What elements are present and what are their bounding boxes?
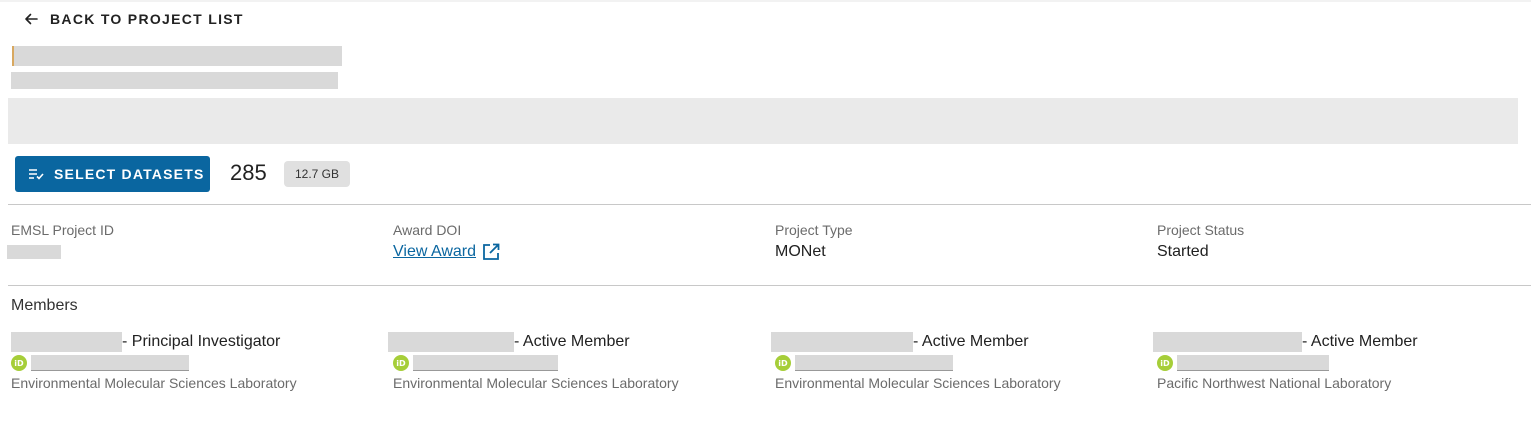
orcid-id-redacted[interactable] (413, 355, 558, 371)
member-name-redacted (11, 332, 122, 352)
open-in-new-icon (483, 243, 500, 260)
orcid-icon: iD (775, 355, 791, 371)
member-role: - Principal Investigator (122, 333, 281, 350)
members-title: Members (11, 297, 78, 314)
project-title-redacted (12, 46, 342, 66)
emsl-project-id-value-redacted (7, 245, 61, 259)
member-organization: Environmental Molecular Sciences Laborat… (393, 375, 679, 391)
total-size-chip: 12.7 GB (284, 161, 350, 187)
orcid-icon: iD (393, 355, 409, 371)
award-doi-label: Award DOI (393, 222, 462, 238)
orcid-row[interactable]: iD (393, 355, 768, 371)
project-subtitle-redacted (11, 72, 338, 89)
orcid-id-redacted[interactable] (31, 355, 189, 371)
orcid-id-redacted[interactable] (1177, 355, 1329, 371)
divider-members (8, 285, 1531, 286)
select-datasets-label: SELECT DATASETS (54, 166, 205, 182)
member-name-redacted (388, 332, 514, 352)
member-card: - Principal Investigator iD Environmenta… (11, 332, 391, 391)
back-link-label: BACK TO PROJECT LIST (50, 11, 244, 27)
orcid-row[interactable]: iD (11, 355, 391, 371)
member-role: - Active Member (514, 333, 630, 350)
orcid-icon: iD (11, 355, 27, 371)
member-card: - Active Member iD Environmental Molecul… (771, 332, 1151, 391)
member-card: - Active Member iD Environmental Molecul… (388, 332, 768, 391)
project-type-value: MONet (775, 243, 826, 260)
member-name-row: - Active Member (771, 332, 1151, 352)
emsl-project-id-field: EMSL Project ID (7, 222, 114, 259)
divider-top (8, 204, 1531, 205)
emsl-project-id-label: EMSL Project ID (11, 222, 114, 238)
member-name-row: - Principal Investigator (11, 332, 391, 352)
member-card: - Active Member iD Pacific Northwest Nat… (1153, 332, 1531, 391)
member-organization: Environmental Molecular Sciences Laborat… (11, 375, 297, 391)
dataset-count: 285 (230, 160, 267, 185)
member-name-row: - Active Member (388, 332, 768, 352)
member-role: - Active Member (1302, 333, 1418, 350)
project-description-redacted (8, 98, 1518, 144)
member-organization: Pacific Northwest National Laboratory (1157, 375, 1392, 391)
member-name-row: - Active Member (1153, 332, 1531, 352)
project-status-value: Started (1157, 243, 1209, 260)
project-type-field: Project Type MONet (775, 222, 853, 261)
member-organization: Environmental Molecular Sciences Laborat… (775, 375, 1061, 391)
arrow-left-icon (25, 13, 38, 25)
orcid-row[interactable]: iD (775, 355, 1151, 371)
back-to-project-list-link[interactable]: BACK TO PROJECT LIST (24, 11, 244, 27)
award-doi-field: Award DOI View Award (393, 222, 500, 261)
select-datasets-button[interactable]: SELECT DATASETS (15, 156, 210, 192)
orcid-id-redacted[interactable] (795, 355, 953, 371)
view-award-label: View Award (393, 243, 477, 260)
top-border (0, 0, 1531, 2)
member-name-redacted (1153, 332, 1302, 352)
project-status-label: Project Status (1157, 222, 1245, 238)
orcid-icon: iD (1157, 355, 1173, 371)
checklist-icon (29, 169, 44, 180)
member-name-redacted (771, 332, 913, 352)
member-role: - Active Member (913, 333, 1029, 350)
orcid-row[interactable]: iD (1157, 355, 1531, 371)
project-status-field: Project Status Started (1157, 222, 1244, 261)
project-title-accent (12, 46, 14, 66)
project-type-label: Project Type (775, 222, 853, 238)
view-award-link[interactable]: View Award (393, 243, 500, 261)
